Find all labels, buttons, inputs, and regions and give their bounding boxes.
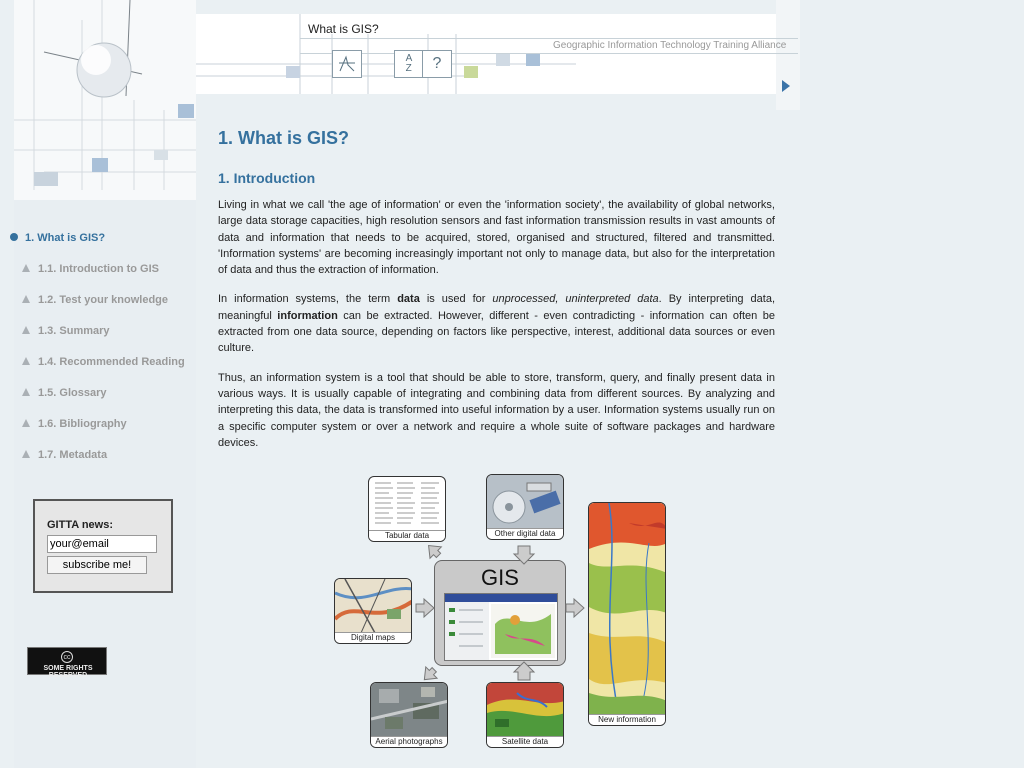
bullet-icon [10,233,18,241]
header-strip [196,14,776,94]
triangle-icon [22,295,30,303]
help-icon[interactable]: ? [422,50,452,78]
sidebar-item-glossary[interactable]: 1.5. Glossary [0,385,196,416]
section-title: 1. Introduction [218,170,316,186]
triangle-icon [22,357,30,365]
paragraph-2: In information systems, the term data is… [218,293,776,355]
triangle-icon [22,388,30,396]
cc-icon: cc [61,651,73,663]
sidebar-item-what-is-gis[interactable]: 1. What is GIS? [0,230,196,261]
news-label: GITTA news: [47,519,113,531]
subscribe-button[interactable]: subscribe me! [47,556,147,574]
page-title: 1. What is GIS? [218,128,350,148]
sidebar-item-reading[interactable]: 1.4. Recommended Reading [0,354,196,385]
gis-diagram: Tabular data Other digital data Digital … [330,474,670,750]
sidebar-item-metadata[interactable]: 1.7. Metadata [0,447,196,478]
flow-arrows [415,544,585,681]
article-body: Living in what we call 'the age of infor… [218,197,775,464]
sidebar-item-introduction[interactable]: 1.1. Introduction to GIS [0,261,196,292]
header-right-strip [776,0,800,110]
news-box: GITTA news: subscribe me! [33,499,173,593]
sidebar-item-bibliography[interactable]: 1.6. Bibliography [0,416,196,447]
sidebar-item-test[interactable]: 1.2. Test your knowledge [0,292,196,323]
triangle-icon [22,264,30,272]
next-page-arrow-icon[interactable] [782,80,790,92]
sidebar-item-summary[interactable]: 1.3. Summary [0,323,196,354]
triangle-icon [22,450,30,458]
license-badge[interactable]: cc SOME RIGHTS RESERVED [27,647,107,679]
paragraph-1: Living in what we call 'the age of infor… [218,199,775,277]
paragraph-3: Thus, an information system is a tool th… [218,371,775,449]
license-text: SOME RIGHTS RESERVED [43,665,93,679]
glossary-icon[interactable] [332,50,362,78]
email-field[interactable] [47,535,157,553]
triangle-icon [22,419,30,427]
sidebar-nav: 1. What is GIS? 1.1. Introduction to GIS… [0,230,196,478]
logo-decoration [14,0,196,200]
triangle-icon [22,326,30,334]
header-page-title: What is GIS? [308,22,379,36]
a-z-icon[interactable]: AZ [394,50,424,78]
org-name: Geographic Information Technology Traini… [553,40,787,51]
